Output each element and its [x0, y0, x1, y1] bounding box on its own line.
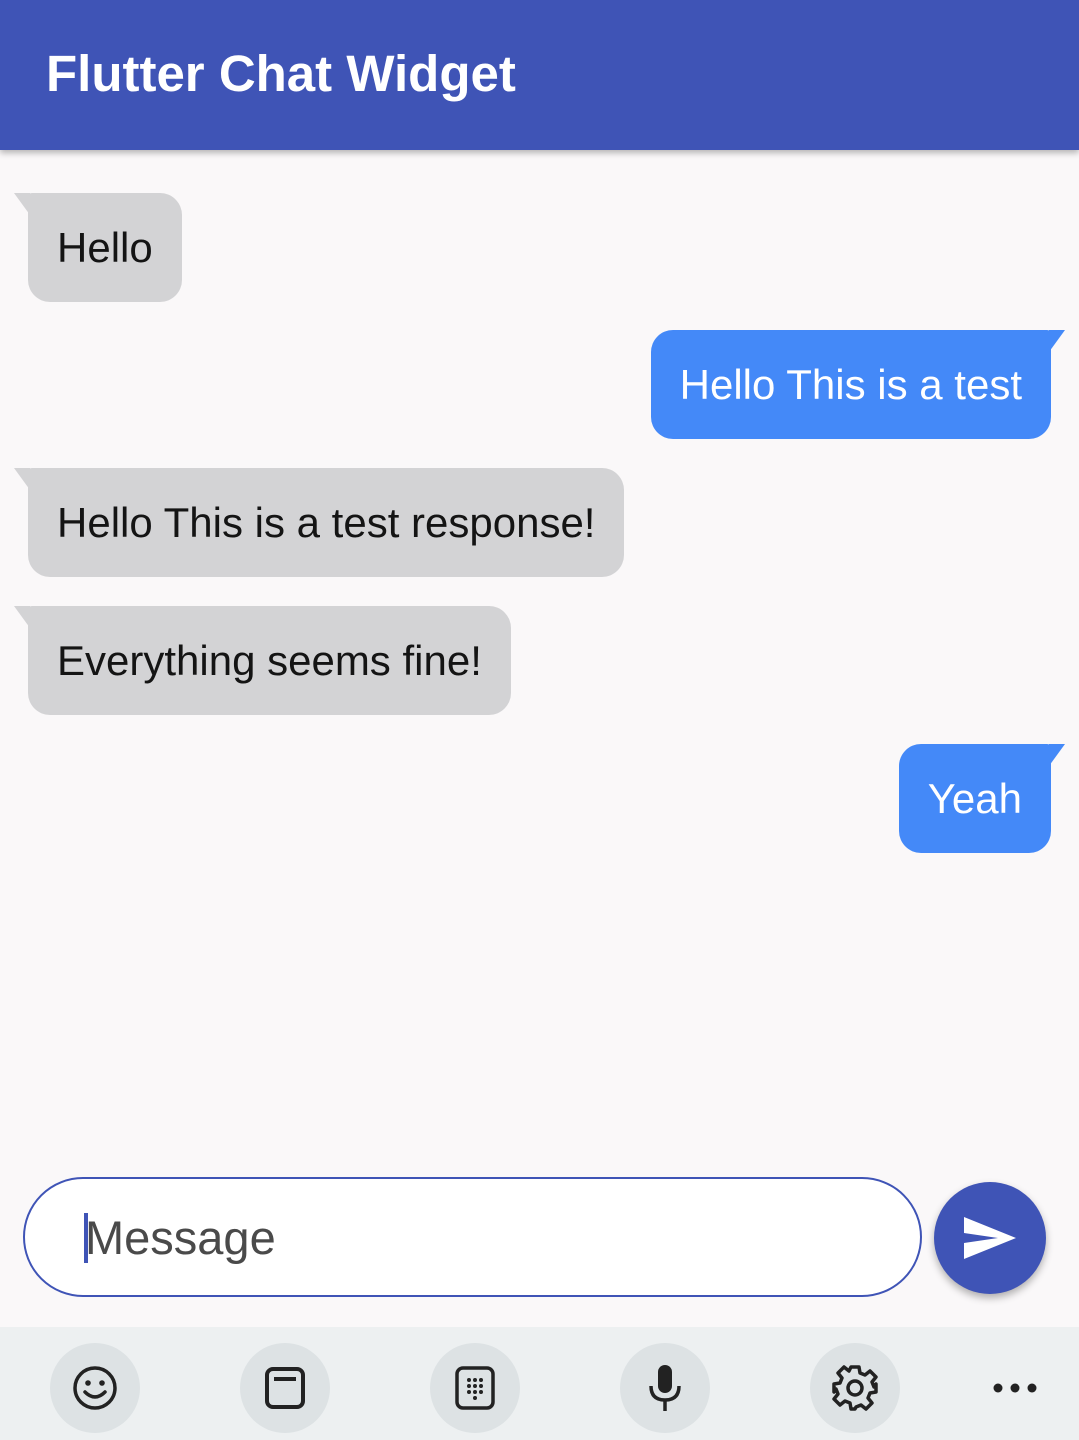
- message-bubble-incoming: Hello: [14, 193, 182, 302]
- message-composer: [23, 1177, 922, 1297]
- app-bar: Flutter Chat Widget: [0, 0, 1079, 150]
- send-icon: [964, 1217, 1016, 1259]
- clipboard-icon: [265, 1367, 305, 1409]
- clipboard-button[interactable]: [240, 1343, 330, 1433]
- keyboard-toolbar: [0, 1327, 1079, 1440]
- message-list[interactable]: Hello Hello This is a test Hello This is…: [0, 150, 1079, 1170]
- message-input[interactable]: [85, 1199, 885, 1275]
- emoji-button[interactable]: [50, 1343, 140, 1433]
- send-button[interactable]: [934, 1182, 1046, 1294]
- numpad-icon: [455, 1366, 495, 1410]
- numpad-button[interactable]: [430, 1343, 520, 1433]
- emoji-icon: [73, 1366, 117, 1410]
- more-button[interactable]: [970, 1343, 1060, 1433]
- message-bubble-outgoing: Hello This is a test: [650, 330, 1066, 439]
- app-title: Flutter Chat Widget: [46, 45, 516, 102]
- message-bubble-incoming: Hello This is a test response!: [13, 468, 625, 577]
- microphone-icon: [649, 1365, 681, 1411]
- settings-icon: [832, 1365, 878, 1411]
- more-icon: [993, 1383, 1037, 1393]
- message-bubble-outgoing: Yeah: [898, 744, 1066, 853]
- microphone-button[interactable]: [620, 1343, 710, 1433]
- message-bubble-incoming: Everything seems fine!: [14, 606, 511, 715]
- settings-button[interactable]: [810, 1343, 900, 1433]
